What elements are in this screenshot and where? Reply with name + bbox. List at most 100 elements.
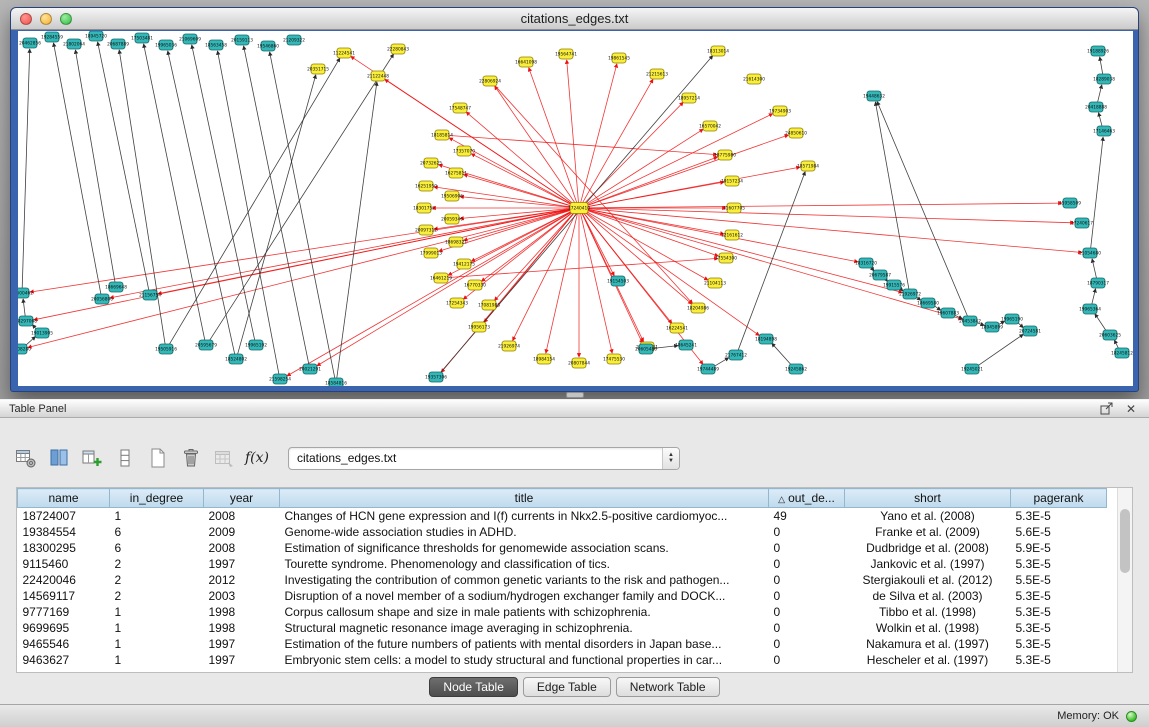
table-row[interactable]: 911546021997Tourette syndrome. Phenomeno… (18, 556, 1107, 572)
network-canvas[interactable]: 1724041019564741166410982280692417548747… (18, 31, 1133, 386)
table-cell[interactable]: 0 (769, 556, 845, 572)
table-cell[interactable]: 5.3E-5 (1011, 588, 1107, 604)
graph-node[interactable]: 19506906 (441, 191, 463, 201)
graph-node[interactable]: 20807844 (568, 358, 590, 368)
graph-node[interactable]: 18289038 (1093, 74, 1115, 84)
graph-node[interactable]: 16251950 (415, 181, 437, 191)
graph-node[interactable]: 18645241 (675, 340, 697, 350)
table-select-dropdown[interactable]: citations_edges.txt ▲▼ (288, 447, 680, 470)
table-cell[interactable]: Estimation of significance thresholds fo… (280, 540, 769, 556)
table-cell[interactable]: 2008 (204, 540, 280, 556)
table-cell[interactable]: 0 (769, 524, 845, 540)
graph-node[interactable]: 18790317 (1087, 278, 1109, 288)
graph-node[interactable]: 20159113 (231, 35, 253, 45)
column-header-short[interactable]: short (845, 489, 1011, 508)
show-columns-icon[interactable] (47, 446, 71, 470)
minimize-window-button[interactable] (40, 13, 52, 25)
table-cell[interactable]: Genome-wide association studies in ADHD. (280, 524, 769, 540)
column-header-title[interactable]: title (280, 489, 769, 508)
graph-edge[interactable] (238, 75, 316, 354)
graph-edge[interactable] (494, 212, 575, 301)
graph-node[interactable]: 20097312 (415, 225, 437, 235)
graph-node[interactable]: 20600462 (18, 288, 33, 298)
graph-node[interactable]: 21767412 (725, 350, 747, 360)
graph-edge[interactable] (244, 46, 309, 364)
graph-node[interactable]: 19564741 (555, 49, 577, 59)
graph-node[interactable]: 19734903 (769, 106, 791, 116)
table-cell[interactable]: 5.9E-5 (1011, 540, 1107, 556)
table-cell[interactable]: 22420046 (18, 572, 110, 588)
graph-node[interactable]: 19915576 (883, 280, 905, 290)
graph-node[interactable]: 19965364 (1079, 304, 1101, 314)
graph-node[interactable]: 19154503 (607, 276, 629, 286)
table-cell[interactable]: 1 (110, 620, 204, 636)
graph-edge[interactable] (1092, 289, 1096, 305)
graph-edge[interactable] (1099, 113, 1103, 127)
graph-edge[interactable] (584, 114, 772, 206)
table-cell[interactable]: Nakamura et al. (1997) (845, 636, 1011, 652)
graph-edge[interactable] (567, 60, 579, 203)
table-cell[interactable]: 5.3E-5 (1011, 652, 1107, 668)
graph-edge[interactable] (529, 68, 577, 204)
graph-edge[interactable] (585, 209, 903, 292)
graph-node[interactable]: 18669648 (105, 282, 127, 292)
graph-edge[interactable] (192, 45, 255, 340)
table-row[interactable]: 946362711997Embryonic stem cells: a mode… (18, 652, 1107, 668)
graph-node[interactable]: 20351715 (307, 64, 329, 74)
graph-edge[interactable] (448, 135, 717, 154)
graph-node[interactable]: 18313014 (707, 46, 729, 56)
table-cell[interactable]: 2003 (204, 588, 280, 604)
graph-edge[interactable] (464, 175, 574, 207)
table-row[interactable]: 1938455462009Genome-wide association stu… (18, 524, 1107, 540)
window-titlebar[interactable]: citations_edges.txt (11, 8, 1138, 30)
zoom-window-button[interactable] (60, 13, 72, 25)
table-row[interactable]: 1872400712008Changes of HCN gene express… (18, 508, 1107, 525)
graph-node[interactable]: 18945720 (85, 31, 107, 41)
table-cell[interactable]: de Silva et al. (2003) (845, 588, 1011, 604)
graph-node[interactable]: 20056806 (91, 294, 113, 304)
graph-edge[interactable] (585, 167, 800, 207)
graph-edge[interactable] (584, 129, 703, 205)
graph-hub-node[interactable]: 17240410 (568, 203, 590, 214)
table-cell[interactable]: 9699695 (18, 620, 110, 636)
graph-node[interactable]: 19013905 (31, 328, 53, 338)
graph-node[interactable]: 19956173 (468, 322, 490, 332)
graph-node[interactable]: 17146463 (1093, 126, 1115, 136)
graph-node[interactable]: 15958509 (1059, 198, 1081, 208)
tab-edge-table[interactable]: Edge Table (523, 677, 611, 697)
column-header-pagerank[interactable]: pagerank (1011, 489, 1107, 508)
table-cell[interactable]: 0 (769, 588, 845, 604)
graph-edge[interactable] (585, 203, 1062, 208)
table-cell[interactable]: 0 (769, 540, 845, 556)
graph-node[interactable]: 19357306 (425, 372, 447, 382)
memory-status-indicator[interactable] (1126, 711, 1137, 722)
graph-node[interactable]: 19505916 (155, 344, 177, 354)
graph-edge[interactable] (317, 211, 574, 366)
create-column-icon[interactable] (80, 446, 104, 470)
network-window[interactable]: citations_edges.txt 17240410195647411664… (10, 7, 1139, 392)
graph-node[interactable]: 20679587 (869, 270, 891, 280)
table-cell[interactable]: 5.3E-5 (1011, 604, 1107, 620)
table-cell[interactable]: 0 (769, 652, 845, 668)
table-cell[interactable]: Stergiakouli et al. (2012) (845, 572, 1011, 588)
tab-network-table[interactable]: Network Table (616, 677, 720, 697)
graph-node[interactable]: 18185814 (431, 130, 453, 140)
graph-node[interactable]: 17554300 (715, 253, 737, 263)
table-cell[interactable]: 1998 (204, 620, 280, 636)
graph-edge[interactable] (585, 208, 1074, 223)
graph-node[interactable]: 20462856 (19, 38, 41, 48)
graph-node[interactable]: 17240617 (1071, 218, 1093, 228)
table-cell[interactable]: 18300295 (18, 540, 110, 556)
graph-node[interactable]: 19188926 (1087, 46, 1109, 56)
graph-edge[interactable] (772, 343, 792, 365)
graph-edge[interactable] (22, 49, 30, 288)
graph-node[interactable]: 21614300 (743, 74, 765, 84)
table-cell[interactable]: Embryonic stem cells: a model to study s… (280, 652, 769, 668)
new-table-icon[interactable] (146, 446, 170, 470)
graph-node[interactable]: 17081983 (478, 300, 500, 310)
graph-node[interactable]: 17475530 (603, 354, 625, 364)
graph-node[interactable]: 19245862 (785, 364, 807, 374)
graph-node[interactable]: 18698321 (445, 237, 467, 247)
graph-node[interactable]: 19965036 (155, 40, 177, 50)
delete-table-icon[interactable] (179, 446, 203, 470)
